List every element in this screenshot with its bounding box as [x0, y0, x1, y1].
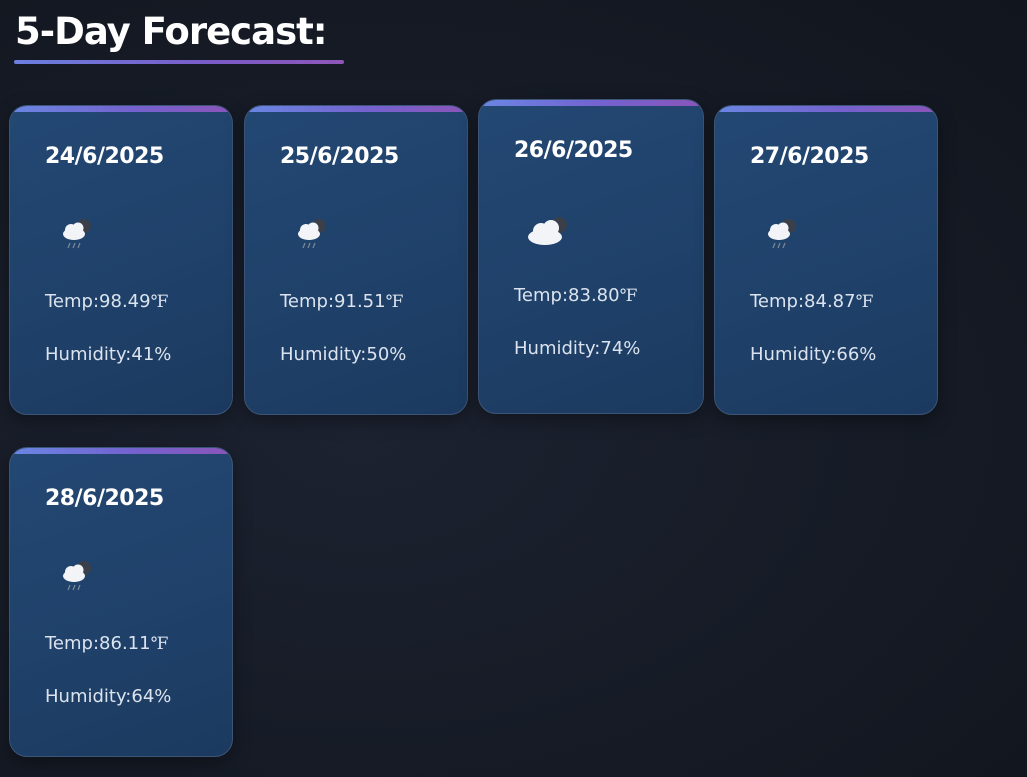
forecast-card-day-4: 27/6/2025 Temp:84.87℉ Humidity:66% — [714, 105, 938, 415]
forecast-humidity: Humidity:74% — [514, 338, 641, 359]
page-title: 5-Day Forecast: — [15, 10, 328, 53]
cloud-rain-night-icon — [63, 561, 91, 591]
forecast-card-day-1: 24/6/2025 Temp:98.49℉ Humidity:41% — [9, 105, 233, 415]
forecast-temp: Temp:84.87℉ — [750, 291, 874, 312]
forecast-date: 24/6/2025 — [45, 144, 164, 169]
forecast-humidity: Humidity:66% — [750, 344, 877, 365]
cloud-night-icon — [528, 217, 567, 245]
forecast-date: 25/6/2025 — [280, 144, 399, 169]
forecast-temp: Temp:86.11℉ — [45, 633, 169, 654]
cloud-rain-night-icon — [768, 219, 796, 249]
cloud-rain-night-icon — [63, 219, 91, 249]
forecast-temp: Temp:83.80℉ — [514, 285, 638, 306]
forecast-card-day-3: 26/6/2025 Temp:83.80℉ Humidity:74% — [478, 99, 704, 414]
forecast-card-day-5: 28/6/2025 Temp:86.11℉ Humidity:64% — [9, 447, 233, 757]
forecast-humidity: Humidity:64% — [45, 686, 172, 707]
forecast-date: 27/6/2025 — [750, 144, 869, 169]
forecast-date: 26/6/2025 — [514, 138, 633, 163]
forecast-temp: Temp:98.49℉ — [45, 291, 169, 312]
title-underline — [14, 60, 344, 64]
forecast-card-day-2: 25/6/2025 Temp:91.51℉ Humidity:50% — [244, 105, 468, 415]
forecast-date: 28/6/2025 — [45, 486, 164, 511]
cloud-rain-night-icon — [298, 219, 326, 249]
forecast-temp: Temp:91.51℉ — [280, 291, 404, 312]
forecast-humidity: Humidity:41% — [45, 344, 172, 365]
forecast-humidity: Humidity:50% — [280, 344, 407, 365]
